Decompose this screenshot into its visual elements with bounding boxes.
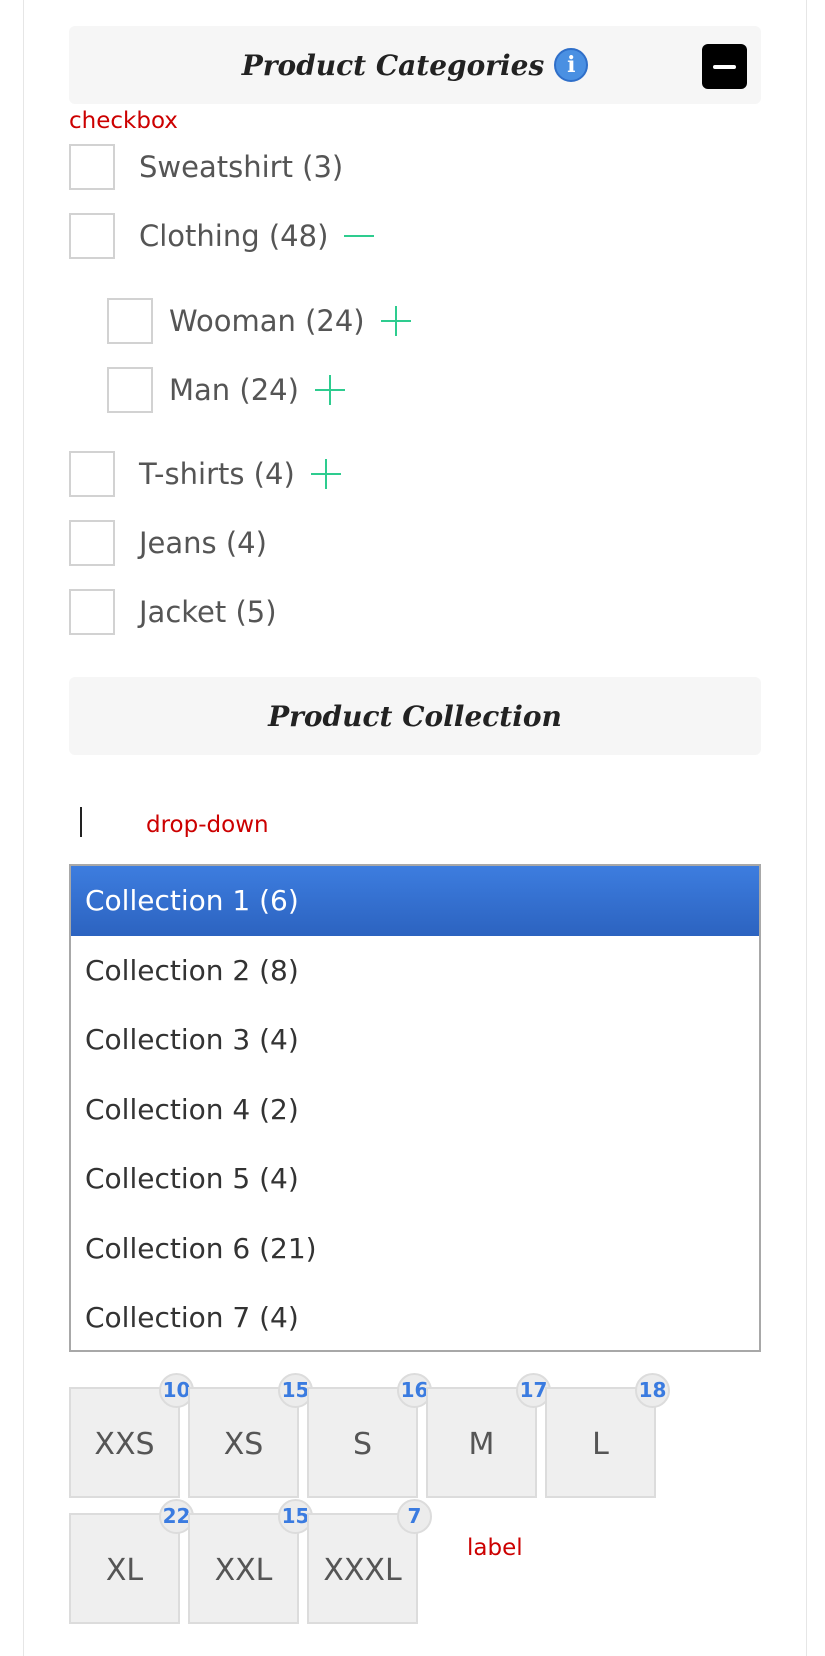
category-label: Man (24) <box>169 373 299 407</box>
size-label: S <box>352 1427 373 1462</box>
category-checkbox[interactable] <box>69 589 115 635</box>
size-button-xxxl[interactable]: XXXL 7 <box>307 1499 432 1624</box>
size-count-badge: 7 <box>397 1499 432 1534</box>
category-label: T-shirts (4) <box>139 457 295 491</box>
size-label: XS <box>223 1427 264 1462</box>
category-label: Jeans (4) <box>139 526 267 560</box>
category-label: Jacket (5) <box>139 595 277 629</box>
category-checkbox[interactable] <box>69 144 115 190</box>
size-count-badge: 18 <box>635 1373 670 1408</box>
size-label: XXL <box>214 1553 273 1588</box>
size-label: XXS <box>94 1427 155 1462</box>
collection-option[interactable]: Collection 1 (6) <box>71 866 759 936</box>
size-label: L <box>592 1427 609 1462</box>
annotation-drop-down: drop-down <box>146 812 269 838</box>
category-item[interactable]: Clothing (48) <box>69 211 375 261</box>
category-item[interactable]: Jacket (5) <box>69 587 277 637</box>
category-label: Clothing (48) <box>139 219 329 253</box>
collection-option[interactable]: Collection 3 (4) <box>71 1005 759 1075</box>
size-label: XL <box>105 1553 144 1588</box>
plus-icon[interactable] <box>310 459 341 489</box>
size-label: M <box>468 1427 495 1462</box>
size-button-xl[interactable]: XL 22 <box>69 1499 194 1624</box>
collection-header[interactable]: Product Collection <box>69 677 761 755</box>
minus-icon[interactable] <box>344 221 375 251</box>
text-caret <box>80 807 82 837</box>
size-button-xs[interactable]: XS 15 <box>188 1373 313 1498</box>
collection-option[interactable]: Collection 4 (2) <box>71 1075 759 1145</box>
collapse-panel-button[interactable] <box>702 44 747 89</box>
category-item[interactable]: T-shirts (4) <box>69 449 341 499</box>
collection-option[interactable]: Collection 6 (21) <box>71 1214 759 1284</box>
category-checkbox[interactable] <box>69 213 115 259</box>
info-icon[interactable]: i <box>554 48 589 82</box>
annotation-checkbox: checkbox <box>69 108 178 134</box>
collection-listbox[interactable]: Collection 1 (6) Collection 2 (8) Collec… <box>69 864 761 1352</box>
categories-title: Product Categories <box>241 48 545 82</box>
category-checkbox[interactable] <box>69 451 115 497</box>
collection-option[interactable]: Collection 2 (8) <box>71 936 759 1006</box>
size-button-xxs[interactable]: XXS 10 <box>69 1373 194 1498</box>
collection-title: Product Collection <box>268 699 562 733</box>
category-item[interactable]: Wooman (24) <box>107 296 411 346</box>
plus-icon[interactable] <box>314 375 345 405</box>
category-item[interactable]: Sweatshirt (3) <box>69 142 343 192</box>
category-checkbox[interactable] <box>107 298 153 344</box>
categories-title-wrap: Product Categories i <box>69 26 761 104</box>
category-item[interactable]: Jeans (4) <box>69 518 267 568</box>
size-button-xxl[interactable]: XXL 15 <box>188 1499 313 1624</box>
size-button-m[interactable]: M 17 <box>426 1373 551 1498</box>
plus-icon[interactable] <box>380 306 411 336</box>
size-button-s[interactable]: S 16 <box>307 1373 432 1498</box>
size-button-l[interactable]: L 18 <box>545 1373 670 1498</box>
category-checkbox[interactable] <box>107 367 153 413</box>
category-item[interactable]: Man (24) <box>107 365 345 415</box>
category-label: Wooman (24) <box>169 304 365 338</box>
category-checkbox[interactable] <box>69 520 115 566</box>
collection-option[interactable]: Collection 5 (4) <box>71 1144 759 1214</box>
categories-header[interactable]: Product Categories i <box>69 26 761 104</box>
category-label: Sweatshirt (3) <box>139 150 344 184</box>
collection-option[interactable]: Collection 7 (4) <box>71 1283 759 1350</box>
annotation-label: label <box>467 1535 523 1561</box>
size-label: XXXL <box>323 1553 402 1588</box>
